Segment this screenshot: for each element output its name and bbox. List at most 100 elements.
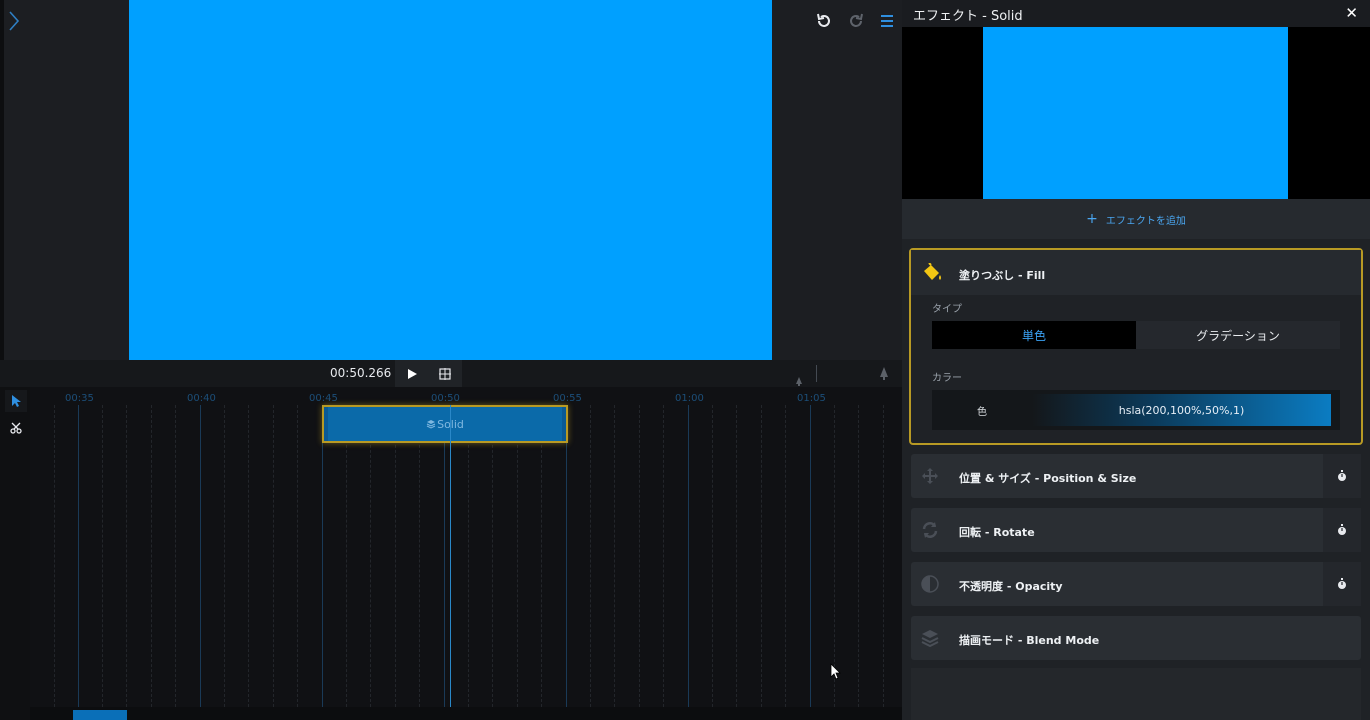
color-swatch-label: 色 bbox=[977, 406, 987, 418]
grid-line-major bbox=[566, 405, 567, 707]
ruler-label: 00:55 bbox=[553, 393, 582, 404]
grid-icon bbox=[439, 367, 451, 380]
grid-line bbox=[541, 405, 542, 707]
layers-icon bbox=[921, 629, 939, 648]
ruler-label: 00:50 bbox=[431, 393, 460, 404]
zoom-slider-marker[interactable] bbox=[816, 365, 817, 382]
scrollbar-thumb[interactable] bbox=[73, 710, 127, 720]
timecode-display: 00:50.266 bbox=[330, 366, 392, 380]
fill-type-selector: 単色 グラデーション bbox=[932, 321, 1340, 349]
video-preview bbox=[129, 0, 772, 360]
ruler-label: 01:05 bbox=[797, 393, 826, 404]
color-label: カラー bbox=[932, 373, 962, 384]
snap-button[interactable] bbox=[428, 360, 462, 387]
play-button[interactable] bbox=[395, 360, 429, 387]
mouse-cursor-icon bbox=[830, 663, 842, 685]
ruler-label: 00:45 bbox=[309, 393, 338, 404]
grid-line-major bbox=[78, 405, 79, 707]
pointer-icon bbox=[12, 395, 21, 407]
grid-line-major bbox=[810, 405, 811, 707]
rotate-icon bbox=[921, 521, 939, 539]
clip-body: Solid bbox=[328, 407, 562, 441]
timeline-tools bbox=[0, 387, 30, 720]
grid-line bbox=[419, 405, 420, 707]
grid-line bbox=[834, 405, 835, 707]
grid-line bbox=[54, 405, 55, 707]
grid-line-major bbox=[322, 405, 323, 707]
effect-preview-thumbnail bbox=[983, 27, 1288, 199]
cut-tool[interactable] bbox=[5, 417, 27, 439]
stopwatch-icon bbox=[1338, 524, 1346, 535]
stopwatch-icon bbox=[1338, 470, 1346, 481]
grid-line bbox=[273, 405, 274, 707]
grid-line bbox=[761, 405, 762, 707]
keyframe-button[interactable] bbox=[1323, 454, 1361, 498]
panel-empty-area bbox=[911, 668, 1361, 720]
grid-line bbox=[712, 405, 713, 707]
color-value-picker[interactable]: hsla(200,100%,50%,1) bbox=[1032, 394, 1331, 426]
panel-header: エフェクト - Solid ✕ bbox=[902, 0, 1370, 27]
panel-title: エフェクト - Solid bbox=[913, 9, 1023, 24]
timeline-clip[interactable]: Solid bbox=[322, 405, 568, 443]
undo-icon[interactable] bbox=[815, 12, 833, 30]
keyframe-button[interactable] bbox=[1323, 562, 1361, 606]
grid-line bbox=[175, 405, 176, 707]
effect-title: 不透明度 - Opacity bbox=[959, 580, 1063, 593]
playhead[interactable] bbox=[450, 405, 451, 707]
grid-line bbox=[883, 405, 884, 707]
close-button[interactable]: ✕ bbox=[1345, 4, 1358, 22]
move-icon bbox=[921, 467, 939, 485]
effect-row-position-size[interactable]: 位置 & サイズ - Position & Size bbox=[911, 454, 1361, 498]
effects-panel: エフェクト - Solid ✕ + エフェクトを追加 塗りつぶし - Fill … bbox=[902, 0, 1370, 720]
type-solid-button[interactable]: 単色 bbox=[932, 321, 1136, 349]
grid-line bbox=[492, 405, 493, 707]
select-tool[interactable] bbox=[5, 390, 27, 412]
add-effect-button[interactable]: + エフェクトを追加 bbox=[902, 199, 1370, 239]
grid-line bbox=[639, 405, 640, 707]
opacity-icon bbox=[921, 575, 939, 593]
effect-title: 位置 & サイズ - Position & Size bbox=[959, 472, 1137, 485]
grid-line bbox=[102, 405, 103, 707]
grid-line-major bbox=[200, 405, 201, 707]
grid-line bbox=[663, 405, 664, 707]
stopwatch-icon bbox=[1338, 578, 1346, 589]
grid-line bbox=[224, 405, 225, 707]
grid-line bbox=[370, 405, 371, 707]
type-gradient-button[interactable]: グラデーション bbox=[1136, 321, 1340, 349]
grid-line bbox=[297, 405, 298, 707]
ruler-label: 00:40 bbox=[187, 393, 216, 404]
menu-icon[interactable] bbox=[879, 12, 897, 30]
effect-title: 回転 - Rotate bbox=[959, 526, 1035, 539]
editor-app: 00:50.266 00:35 00:40 00:45 00:50 00:55 … bbox=[0, 0, 1370, 720]
fill-effect-header[interactable]: 塗りつぶし - Fill bbox=[911, 250, 1361, 295]
grid-line bbox=[736, 405, 737, 707]
effect-title: 描画モード - Blend Mode bbox=[959, 634, 1100, 647]
grid-line bbox=[248, 405, 249, 707]
effect-row-blend-mode[interactable]: 描画モード - Blend Mode bbox=[911, 616, 1361, 660]
timeline-scrollbar[interactable] bbox=[30, 707, 902, 720]
fill-effect-card: 塗りつぶし - Fill タイプ 単色 グラデーション カラー 色 hsla(2… bbox=[909, 248, 1363, 445]
zoom-in-icon[interactable] bbox=[879, 366, 889, 385]
stage-area bbox=[0, 0, 902, 360]
grid-line-major bbox=[688, 405, 689, 707]
redo-icon[interactable] bbox=[847, 12, 865, 30]
grid-line bbox=[151, 405, 152, 707]
grid-line bbox=[126, 405, 127, 707]
grid-line bbox=[517, 405, 518, 707]
grid-line bbox=[858, 405, 859, 707]
layers-icon bbox=[426, 420, 436, 429]
timeline-track-area[interactable]: 00:35 00:40 00:45 00:50 00:55 01:00 01:0… bbox=[30, 387, 902, 707]
keyframe-button[interactable] bbox=[1323, 508, 1361, 552]
fill-effect-title: 塗りつぶし - Fill bbox=[959, 269, 1046, 282]
scissors-icon bbox=[10, 422, 22, 434]
play-icon bbox=[408, 368, 417, 379]
grid-line bbox=[395, 405, 396, 707]
effect-row-rotate[interactable]: 回転 - Rotate bbox=[911, 508, 1361, 552]
chevron-right-icon[interactable] bbox=[6, 10, 22, 32]
color-field: 色 hsla(200,100%,50%,1) bbox=[932, 390, 1340, 430]
grid-line bbox=[468, 405, 469, 707]
type-label: タイプ bbox=[932, 304, 962, 315]
stage-left-strip bbox=[0, 0, 4, 360]
ruler-label: 01:00 bbox=[675, 393, 704, 404]
effect-row-opacity[interactable]: 不透明度 - Opacity bbox=[911, 562, 1361, 606]
